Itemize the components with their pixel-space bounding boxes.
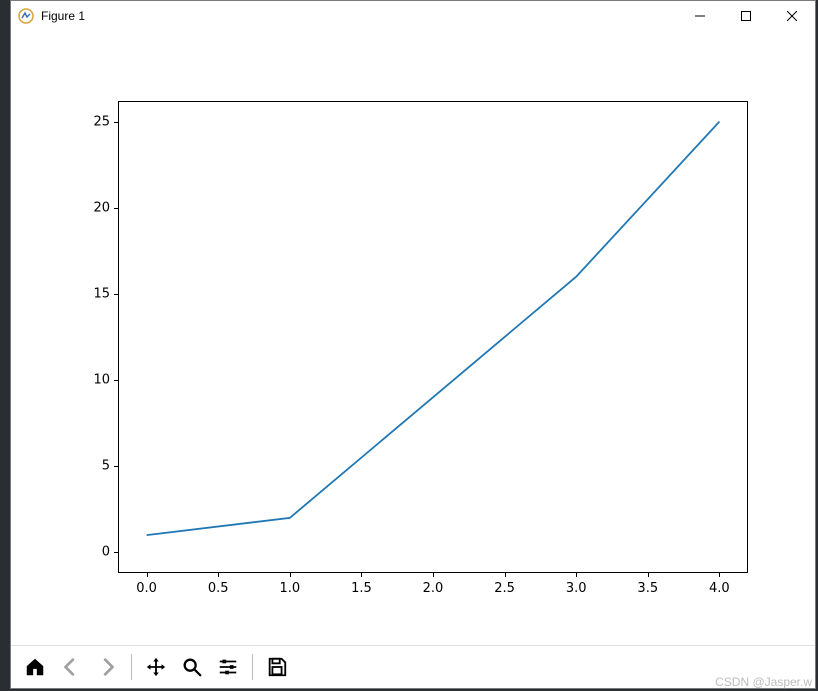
- x-tick-label: 1.0: [270, 581, 310, 596]
- toolbar-separator: [252, 654, 253, 680]
- save-button[interactable]: [261, 651, 293, 683]
- maximize-button[interactable]: [723, 1, 769, 31]
- x-tick-label: 1.5: [341, 581, 381, 596]
- window-controls: [677, 1, 815, 31]
- x-tick-mark: [576, 573, 577, 577]
- configure-button[interactable]: [212, 651, 244, 683]
- x-tick-label: 0.0: [127, 581, 167, 596]
- figure-canvas: 0 5 10 15 20 25 0.0 0.5 1.0 1.5 2.0 2.5 3.0 3.5 4.0: [11, 31, 815, 645]
- forward-button[interactable]: [91, 651, 123, 683]
- x-tick-mark: [648, 573, 649, 577]
- zoom-button[interactable]: [176, 651, 208, 683]
- titlebar: Figure 1: [11, 1, 815, 31]
- x-tick-mark: [147, 573, 148, 577]
- x-tick-mark: [505, 573, 506, 577]
- app-icon: [17, 7, 35, 25]
- x-tick-label: 4.0: [699, 581, 739, 596]
- x-tick-mark: [361, 573, 362, 577]
- toolbar-separator: [131, 654, 132, 680]
- minimize-button[interactable]: [677, 1, 723, 31]
- y-tick-label: 25: [70, 114, 110, 129]
- pan-button[interactable]: [140, 651, 172, 683]
- figure-toolbar: [11, 645, 815, 688]
- y-tick-label: 5: [70, 459, 110, 474]
- y-tick-label: 15: [70, 286, 110, 301]
- x-tick-label: 2.0: [413, 581, 453, 596]
- y-tick-label: 20: [70, 200, 110, 215]
- figure-window: Figure 1 0 5 10 15 20 25 0.0 0.5 1.0 1.5 2.0 2.5 3.…: [10, 0, 816, 689]
- x-tick-label: 2.5: [485, 581, 525, 596]
- back-button[interactable]: [55, 651, 87, 683]
- home-button[interactable]: [19, 651, 51, 683]
- background-gutter: [0, 0, 10, 691]
- y-tick-label: 0: [70, 545, 110, 560]
- x-tick-label: 0.5: [198, 581, 238, 596]
- x-tick-mark: [719, 573, 720, 577]
- x-tick-label: 3.5: [628, 581, 668, 596]
- x-tick-mark: [218, 573, 219, 577]
- window-title: Figure 1: [41, 9, 85, 23]
- x-tick-label: 3.0: [556, 581, 596, 596]
- y-tick-label: 10: [70, 373, 110, 388]
- x-tick-mark: [433, 573, 434, 577]
- chart-line: [118, 101, 748, 573]
- close-button[interactable]: [769, 1, 815, 31]
- x-tick-mark: [290, 573, 291, 577]
